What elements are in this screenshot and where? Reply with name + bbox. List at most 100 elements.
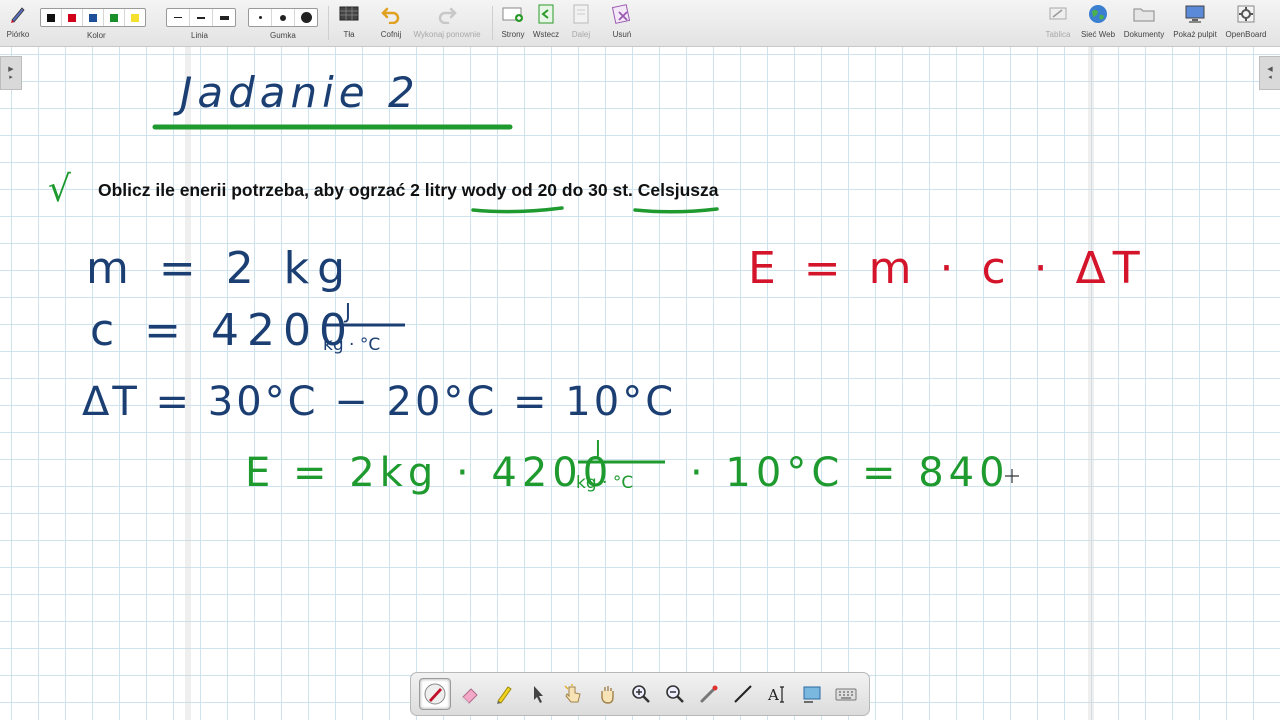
gear-icon bbox=[1235, 3, 1257, 25]
arrow-cursor-icon bbox=[534, 686, 544, 703]
pages-label: Strony bbox=[501, 30, 525, 39]
back-button[interactable]: Wstecz bbox=[531, 3, 561, 43]
eraser-large-option[interactable] bbox=[295, 9, 317, 26]
eraser-tool[interactable] bbox=[455, 679, 485, 709]
toolbar-separator bbox=[492, 6, 493, 40]
chevron-right-icon: ▸ bbox=[9, 74, 13, 81]
board-icon bbox=[1047, 3, 1069, 25]
page-right-edge bbox=[1088, 47, 1094, 720]
redo-button[interactable]: Wykonaj ponownie bbox=[410, 3, 484, 43]
eraser-medium-option[interactable] bbox=[272, 9, 295, 26]
delete-button[interactable]: Usuń bbox=[607, 3, 637, 43]
color-label: Kolor bbox=[87, 31, 106, 40]
highlighter-tool[interactable] bbox=[489, 679, 519, 709]
left-panel-toggle[interactable]: ▶ ▸ bbox=[0, 56, 22, 90]
right-panel-toggle[interactable]: ◀ ◂ bbox=[1259, 56, 1280, 90]
web-label: Sieć Web bbox=[1080, 30, 1116, 39]
highlighter-icon bbox=[497, 686, 513, 704]
back-label: Wstecz bbox=[532, 30, 560, 39]
undo-button[interactable]: Cofnij bbox=[374, 3, 408, 43]
line-medium-option[interactable] bbox=[190, 9, 213, 26]
eraser-icon bbox=[461, 688, 478, 704]
text-icon: A bbox=[767, 686, 785, 704]
web-button[interactable]: Sieć Web bbox=[1079, 3, 1117, 43]
next-button[interactable]: Dalej bbox=[566, 3, 596, 43]
page-left-edge bbox=[185, 47, 191, 720]
pen-tool-button[interactable]: Piórko bbox=[2, 3, 34, 43]
color-picker-group bbox=[40, 8, 146, 27]
pen-tool-label: Piórko bbox=[6, 30, 30, 39]
hand-tool[interactable] bbox=[592, 679, 622, 709]
stylus-toolbar: A bbox=[410, 672, 870, 716]
globe-icon bbox=[1087, 3, 1109, 25]
desktop-label: Pokaż pulpit bbox=[1173, 30, 1217, 39]
pen-icon bbox=[424, 683, 446, 705]
color-swatch-red[interactable] bbox=[62, 9, 83, 26]
monitor-icon bbox=[1184, 3, 1206, 25]
board-mode-button[interactable]: Tablica bbox=[1042, 3, 1074, 43]
svg-text:A: A bbox=[767, 686, 779, 704]
documents-label: Dokumenty bbox=[1123, 30, 1165, 39]
line-tool[interactable] bbox=[728, 679, 758, 709]
task-text-end: st. Celsjusza bbox=[607, 180, 719, 200]
pen-tool[interactable] bbox=[419, 678, 452, 710]
eraser-size-group bbox=[248, 8, 318, 27]
pen-icon bbox=[7, 3, 29, 25]
delete-label: Usuń bbox=[612, 30, 632, 39]
undo-icon bbox=[380, 3, 402, 25]
eraser-small-option[interactable] bbox=[249, 9, 272, 26]
virtual-keyboard-tool[interactable] bbox=[831, 679, 861, 709]
task-highlight-volume: 2 litry bbox=[410, 180, 457, 200]
line-icon bbox=[734, 685, 753, 703]
laser-pointer-icon bbox=[700, 685, 718, 703]
pointer-hand-icon bbox=[564, 684, 581, 703]
previous-page-icon bbox=[535, 3, 557, 25]
zoom-out-tool[interactable] bbox=[660, 679, 690, 709]
task-highlight-temperatures: 20 do 30 bbox=[537, 180, 608, 200]
zoom-in-tool[interactable] bbox=[626, 679, 656, 709]
openboard-label: OpenBoard bbox=[1225, 30, 1267, 39]
chevron-left-icon: ◂ bbox=[1268, 74, 1272, 81]
pages-button[interactable]: Strony bbox=[498, 3, 528, 43]
zoom-out-icon bbox=[666, 685, 684, 703]
task-sentence: Oblicz ile enerii potrzeba, aby ogrzać 2… bbox=[98, 180, 719, 201]
redo-label: Wykonaj ponownie bbox=[413, 30, 481, 39]
redo-icon bbox=[436, 3, 458, 25]
add-page-icon bbox=[502, 3, 524, 25]
top-toolbar: Piórko Kolor Linia Gumka Tła Cofnij Wyko… bbox=[0, 0, 1280, 47]
hand-icon bbox=[601, 686, 614, 704]
backgrounds-button[interactable]: Tła bbox=[334, 3, 364, 43]
toolbar-separator bbox=[328, 6, 329, 40]
chevron-left-icon: ◀ bbox=[1267, 66, 1273, 73]
openboard-menu-button[interactable]: OpenBoard bbox=[1222, 3, 1270, 43]
show-desktop-button[interactable]: Pokaż pulpit bbox=[1170, 3, 1220, 43]
next-page-icon bbox=[570, 3, 592, 25]
line-width-group bbox=[166, 8, 236, 27]
next-label: Dalej bbox=[571, 30, 591, 39]
select-tool[interactable] bbox=[523, 679, 553, 709]
board-label: Tablica bbox=[1045, 30, 1071, 39]
color-swatch-yellow[interactable] bbox=[125, 9, 145, 26]
backgrounds-label: Tła bbox=[343, 30, 355, 39]
task-text-middle: wody od bbox=[456, 180, 538, 200]
backgrounds-icon bbox=[338, 3, 360, 25]
interact-tool[interactable] bbox=[558, 679, 588, 709]
text-tool[interactable]: A bbox=[762, 679, 792, 709]
line-label: Linia bbox=[191, 31, 208, 40]
task-text-start: Oblicz ile enerii potrzeba, aby ogrzać bbox=[98, 180, 411, 200]
keyboard-icon bbox=[835, 688, 857, 701]
laser-pointer-tool[interactable] bbox=[694, 679, 724, 709]
color-swatch-black[interactable] bbox=[41, 9, 62, 26]
delete-page-icon bbox=[611, 3, 633, 25]
color-swatch-blue[interactable] bbox=[83, 9, 104, 26]
color-swatch-green[interactable] bbox=[104, 9, 125, 26]
line-thin-option[interactable] bbox=[167, 9, 190, 26]
eraser-label: Gumka bbox=[270, 31, 296, 40]
capture-tool[interactable] bbox=[797, 679, 827, 709]
line-thick-option[interactable] bbox=[213, 9, 235, 26]
undo-label: Cofnij bbox=[380, 30, 402, 39]
folder-icon bbox=[1133, 3, 1155, 25]
chevron-right-icon: ▶ bbox=[8, 66, 14, 73]
documents-button[interactable]: Dokumenty bbox=[1121, 3, 1167, 43]
zoom-in-icon bbox=[632, 685, 650, 703]
